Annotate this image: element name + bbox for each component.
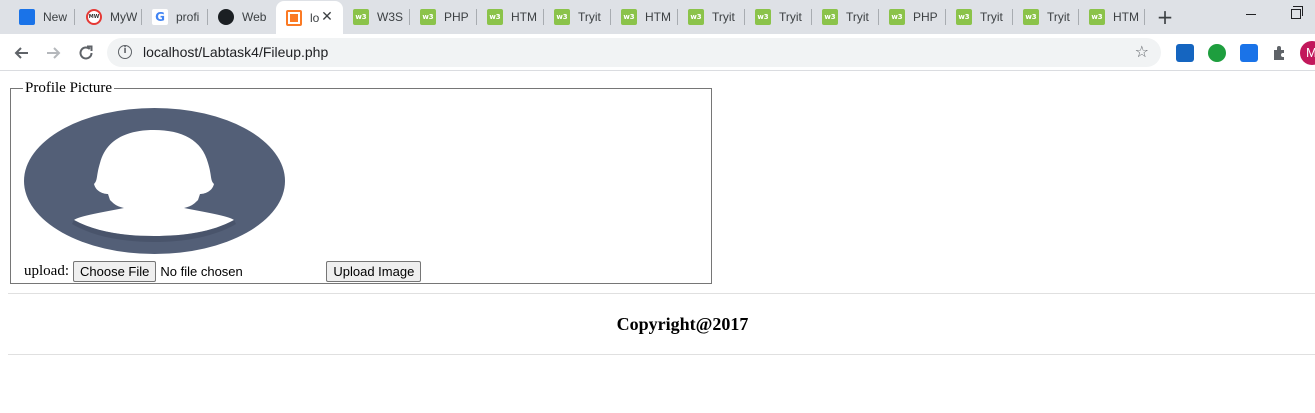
tab-title: Tryit [1047, 10, 1070, 24]
w3schools-icon: w3 [822, 9, 838, 25]
tab-title: Tryit [578, 10, 601, 24]
tab-title: Tryit [779, 10, 802, 24]
tab-title: W3S [377, 10, 404, 24]
w3schools-icon: w3 [353, 9, 369, 25]
browser-tab[interactable]: w3 Tryit [544, 0, 611, 34]
back-arrow-icon [14, 47, 28, 59]
extension-puzzle-icon[interactable] [1271, 44, 1289, 62]
mywebsite-icon: MW [86, 9, 102, 25]
search-extension-icon[interactable] [1240, 44, 1258, 62]
address-bar[interactable]: i localhost/Labtask4/Fileup.php ☆ [107, 38, 1161, 67]
tab-separator [74, 9, 75, 25]
tab-title: Tryit [712, 10, 735, 24]
browser-tab[interactable]: New [9, 0, 75, 34]
profile-avatar-button[interactable]: M [1300, 41, 1315, 65]
w3schools-icon: w3 [487, 9, 503, 25]
browser-tab[interactable]: MW MyW [76, 0, 142, 34]
tab-title: PHP [913, 10, 938, 24]
profile-picture-image [24, 108, 285, 254]
restore-window-button[interactable] [1291, 6, 1303, 19]
info-icon[interactable]: i [118, 45, 132, 59]
browser-tab[interactable]: w3 Tryit [946, 0, 1013, 34]
reload-icon [79, 45, 93, 60]
choose-file-button[interactable]: Choose File [73, 260, 157, 282]
back-button[interactable] [9, 41, 33, 65]
bookmark-star-icon[interactable]: ☆ [1135, 42, 1149, 61]
profile-picture-fieldset: Profile Picture upload: Choose File No f… [10, 80, 712, 284]
browser-tab[interactable]: w3 HTM [1079, 0, 1145, 34]
browser-tab[interactable]: Web [208, 0, 276, 34]
new-tab-icon [19, 9, 35, 25]
green-extension-icon[interactable] [1208, 44, 1226, 62]
tab-title: HTM [1113, 10, 1139, 24]
browser-tab[interactable]: w3 Tryit [1013, 0, 1079, 34]
tab-title: Tryit [980, 10, 1003, 24]
top-horizontal-rule [8, 293, 1315, 294]
tab-title: Tryit [846, 10, 869, 24]
fieldset-legend: Profile Picture [25, 80, 113, 96]
w3schools-icon: w3 [889, 9, 905, 25]
upload-row: upload: Choose File No file chosen Uploa… [24, 260, 422, 282]
browser-tab[interactable]: w3 PHP [879, 0, 946, 34]
browser-toolbar: i localhost/Labtask4/Fileup.php ☆ M [0, 34, 1315, 71]
browser-tab[interactable]: w3 HTM [477, 0, 544, 34]
upload-label: upload: [24, 262, 69, 279]
w3schools-icon: w3 [420, 9, 436, 25]
bottom-horizontal-rule [8, 354, 1315, 355]
tab-title: Web [242, 10, 267, 24]
upload-image-button[interactable]: Upload Image [326, 260, 422, 282]
w3schools-icon: w3 [755, 9, 771, 25]
browser-tab[interactable]: w3 HTM [611, 0, 678, 34]
copyright-text: Copyright@2017 [616, 314, 749, 334]
reload-button[interactable] [74, 41, 98, 65]
tab-separator [1144, 9, 1145, 25]
xampp-icon [286, 10, 302, 26]
w3schools-icon: w3 [1023, 9, 1039, 25]
minimize-window-button[interactable] [1244, 7, 1258, 21]
close-icon[interactable]: ✕ [319, 9, 335, 25]
browser-tab[interactable]: w3 PHP [410, 0, 477, 34]
w3schools-icon: w3 [956, 9, 972, 25]
browser-tab[interactable]: lo ✕ [276, 1, 343, 35]
tab-title: PHP [444, 10, 469, 24]
browser-tab[interactable]: w3 Tryit [812, 0, 879, 34]
no-file-chosen-text: No file chosen [160, 263, 243, 279]
browser-tab[interactable]: w3 Tryit [745, 0, 812, 34]
url-text[interactable]: localhost/Labtask4/Fileup.php [143, 44, 328, 60]
tab-title: HTM [645, 10, 671, 24]
forward-button[interactable] [42, 41, 66, 65]
tab-strip: New MW MyW Gprofi Web lo ✕ w3 W3S w3 PHP w3 HTM w3 Try… [0, 0, 1315, 35]
plus-icon: + [1156, 5, 1174, 29]
forward-arrow-icon [47, 47, 61, 59]
new-tab-button[interactable]: + [1154, 6, 1176, 28]
google-icon: G [152, 9, 168, 25]
page-content: Profile Picture upload: Choose File No f… [0, 72, 1315, 413]
w3schools-icon: w3 [554, 9, 570, 25]
tab-title: HTM [511, 10, 537, 24]
github-icon [218, 9, 234, 25]
clapperboard-extension-icon[interactable] [1176, 44, 1194, 62]
browser-tab[interactable]: w3 Tryit [678, 0, 745, 34]
tab-title: profi [176, 10, 200, 24]
browser-tab[interactable]: Gprofi [142, 0, 208, 34]
w3schools-icon: w3 [688, 9, 704, 25]
w3schools-icon: w3 [621, 9, 637, 25]
tab-title: New [43, 10, 68, 24]
tab-title: MyW [110, 10, 138, 24]
w3schools-icon: w3 [1089, 9, 1105, 25]
browser-tab[interactable]: w3 W3S [343, 0, 410, 34]
tab-title: lo [310, 11, 320, 25]
